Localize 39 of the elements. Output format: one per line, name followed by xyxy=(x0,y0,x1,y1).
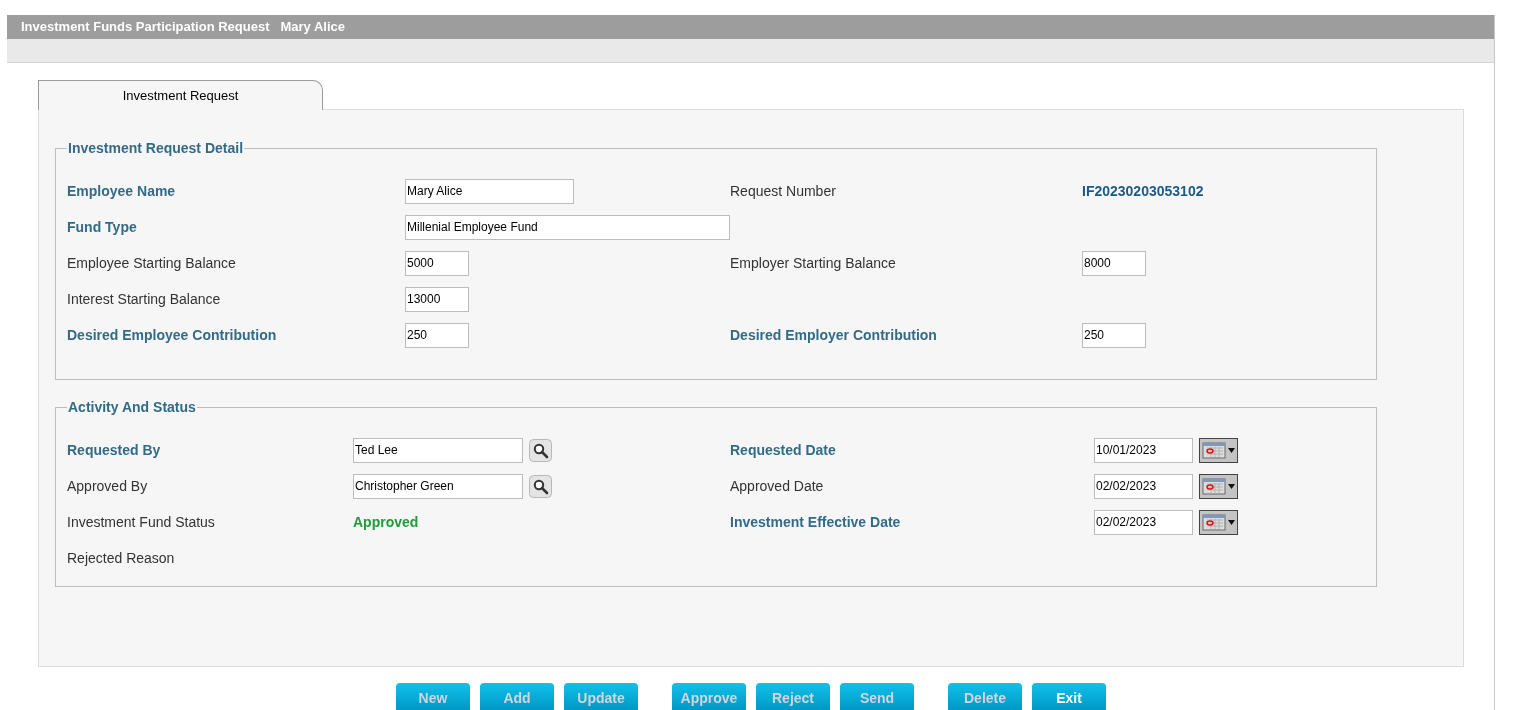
date-field[interactable]: 02/02/2023 xyxy=(1094,473,1193,499)
field-label: Desired Employee Contribution xyxy=(67,325,277,345)
search-icon[interactable] xyxy=(529,438,552,462)
window-title: Investment Funds Participation Request xyxy=(21,18,270,37)
calendar-dropdown-icon[interactable] xyxy=(1199,473,1238,499)
field-label: Investment Effective Date xyxy=(730,512,901,532)
search-icon[interactable] xyxy=(529,474,552,498)
field-label: Employer Starting Balance xyxy=(730,253,896,273)
input-field[interactable]: Millenial Employee Fund xyxy=(405,214,730,240)
calendar-dropdown-icon[interactable] xyxy=(1199,509,1238,535)
date-field[interactable]: 02/02/2023 xyxy=(1094,509,1193,535)
calendar-dropdown-icon[interactable] xyxy=(1199,437,1238,463)
input-field[interactable]: 8000 xyxy=(1082,250,1146,276)
section-title: Activity And Status xyxy=(67,398,197,417)
field-label: Requested Date xyxy=(730,440,836,460)
field-label: Rejected Reason xyxy=(67,548,175,568)
field-label: Investment Fund Status xyxy=(67,512,215,532)
field-label: Request Number xyxy=(730,181,836,201)
tab[interactable]: Investment Request xyxy=(38,80,323,110)
input-field[interactable]: Christopher Green xyxy=(353,473,523,499)
input-field[interactable]: 250 xyxy=(1082,322,1146,348)
status-text: Approved xyxy=(353,512,419,532)
input-field[interactable]: Mary Alice xyxy=(405,178,574,204)
field-label: Interest Starting Balance xyxy=(67,289,221,309)
input-field[interactable]: 5000 xyxy=(405,250,469,276)
employee-name-title: Mary Alice xyxy=(280,18,346,37)
input-field[interactable]: Ted Lee xyxy=(353,437,523,463)
field-label: Requested By xyxy=(67,440,161,460)
section-title: Investment Request Detail xyxy=(67,139,245,158)
input-field[interactable]: 250 xyxy=(405,322,469,348)
field-label: Fund Type xyxy=(67,217,137,237)
field-label: Desired Employer Contribution xyxy=(730,325,937,345)
input-field[interactable]: 13000 xyxy=(405,286,469,312)
field-label: Approved By xyxy=(67,476,148,496)
field-label: Employee Name xyxy=(67,181,176,201)
field-label: Employee Starting Balance xyxy=(67,253,236,273)
field-label: Approved Date xyxy=(730,476,824,496)
request-number: IF20230203053102 xyxy=(1082,181,1204,201)
date-field[interactable]: 10/01/2023 xyxy=(1094,437,1193,463)
